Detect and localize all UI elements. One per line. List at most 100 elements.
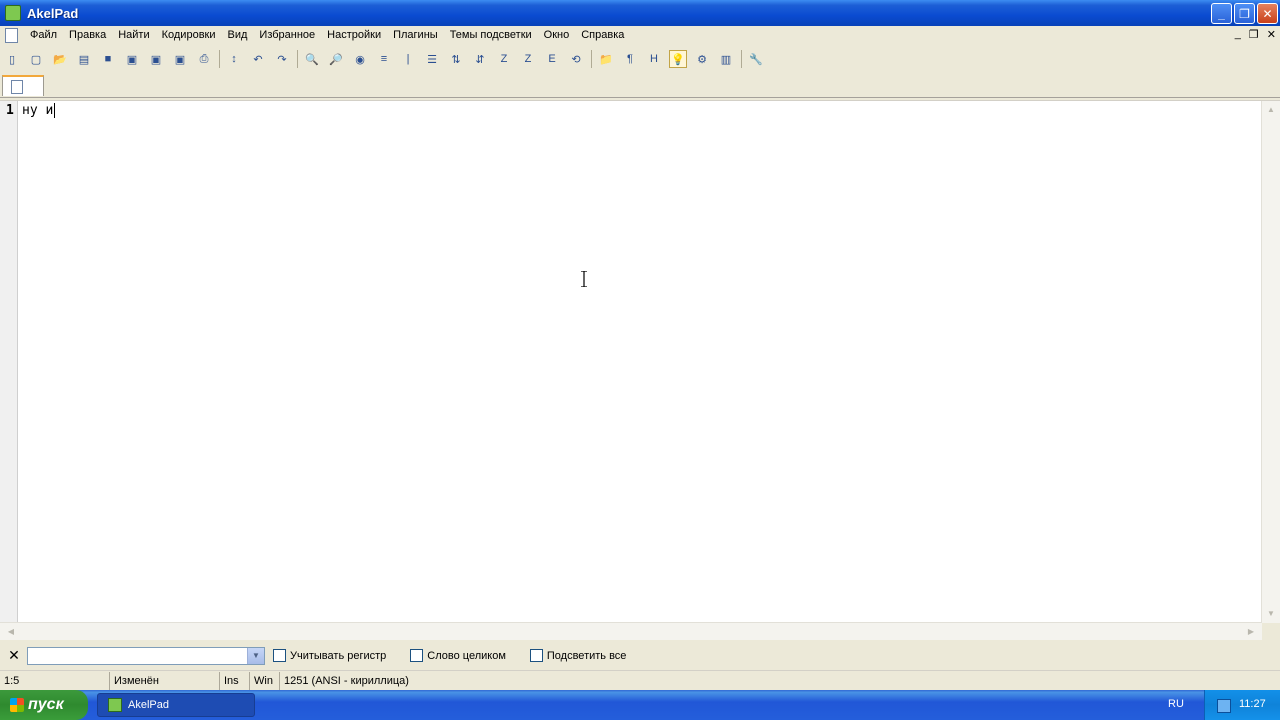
hex-icon[interactable]: H — [645, 50, 663, 68]
system-tray: 11:27 — [1204, 690, 1280, 720]
status-encoding[interactable]: 1251 (ANSI - кириллица) — [280, 672, 413, 690]
find-input[interactable]: ▼ — [27, 646, 265, 665]
folder-icon[interactable]: 📁 — [597, 50, 615, 68]
status-modified: Изменён — [110, 672, 220, 690]
wrap-icon[interactable]: | — [399, 50, 417, 68]
akelpad-app-icon[interactable] — [5, 5, 21, 21]
insert-icon[interactable]: ≡ — [375, 50, 393, 68]
menu-find[interactable]: Найти — [112, 26, 155, 44]
toolbar-separator — [219, 50, 220, 68]
mdi-close-button[interactable]: ✕ — [1267, 28, 1276, 41]
menu-view[interactable]: Вид — [222, 26, 254, 44]
refresh-icon[interactable]: ⟲ — [567, 50, 585, 68]
open-dropdown-icon[interactable]: 📂 — [51, 50, 69, 68]
save-copy-icon[interactable]: ▣ — [171, 50, 189, 68]
scroll-up-icon[interactable]: ▲ — [1264, 103, 1278, 117]
document-tab[interactable] — [2, 75, 44, 96]
case-icon[interactable]: Z — [495, 50, 513, 68]
ibeam-cursor-icon — [581, 271, 587, 287]
network-icon[interactable] — [1217, 699, 1231, 713]
start-button[interactable]: пуск — [0, 690, 88, 720]
toolbar-separator — [591, 50, 592, 68]
find-bar: ✕ ▼ Учитывать регистр Слово целиком Подс… — [0, 643, 1280, 668]
sort-icon[interactable]: ⇅ — [447, 50, 465, 68]
open-icon[interactable]: ▢ — [27, 50, 45, 68]
find-close-icon[interactable]: ✕ — [7, 647, 21, 664]
list-icon[interactable]: ☰ — [423, 50, 441, 68]
menu-favorites[interactable]: Избранное — [253, 26, 321, 44]
taskbar: пуск AkelPad RU 11:27 — [0, 690, 1280, 720]
document-icon[interactable] — [5, 27, 18, 43]
print-icon[interactable]: ⎙ — [195, 50, 213, 68]
vertical-scrollbar[interactable]: ▲ ▼ — [1261, 101, 1280, 623]
whole-word-label: Слово целиком — [427, 649, 506, 662]
mdi-minimize-button[interactable]: _ — [1235, 28, 1241, 41]
undo-icon[interactable]: ↶ — [249, 50, 267, 68]
tools-icon[interactable]: ▥ — [717, 50, 735, 68]
scroll-right-icon[interactable]: ▶ — [1244, 625, 1258, 639]
menu-encodings[interactable]: Кодировки — [156, 26, 222, 44]
menu-settings[interactable]: Настройки — [321, 26, 387, 44]
menu-window[interactable]: Окно — [538, 26, 576, 44]
match-case-label: Учитывать регистр — [290, 649, 387, 662]
maximize-button[interactable]: ❐ — [1234, 3, 1255, 24]
save-all-icon[interactable]: ▣ — [123, 50, 141, 68]
paragraph-icon[interactable]: ¶ — [621, 50, 639, 68]
editor-area[interactable]: 1 ну и ▲ ▼ — [0, 100, 1280, 623]
chevron-down-icon[interactable]: ▼ — [247, 647, 264, 664]
scroll-left-icon[interactable]: ◀ — [4, 625, 18, 639]
lightbulb-icon[interactable]: 💡 — [669, 50, 687, 68]
whole-word-checkbox[interactable]: Слово целиком — [410, 649, 506, 662]
convert-icon[interactable]: E — [543, 50, 561, 68]
menu-plugins[interactable]: Плагины — [387, 26, 444, 44]
search-icon[interactable]: 🔧 — [747, 50, 765, 68]
windows-logo-icon — [10, 698, 24, 712]
mdi-restore-button[interactable]: ❐ — [1249, 28, 1259, 41]
checkbox-box[interactable] — [410, 649, 424, 662]
menu-themes[interactable]: Темы подсветки — [444, 26, 538, 44]
new-icon[interactable]: ▯ — [3, 50, 21, 68]
save-as-icon[interactable]: ▣ — [147, 50, 165, 68]
editor-text: ну и — [22, 103, 54, 118]
scroll-down-icon[interactable]: ▼ — [1264, 607, 1278, 621]
clock[interactable]: 11:27 — [1239, 698, 1266, 710]
menu-file[interactable]: Файл — [24, 26, 63, 44]
line-number-gutter: 1 — [0, 101, 18, 623]
toolbar: ▯ ▢ 📂 ▤ ■ ▣ ▣ ▣ ⎙ ↕ ↶ ↷ 🔍 🔎 ◉ ≡ | ☰ ⇅ ⇵ … — [0, 46, 1280, 72]
status-newline[interactable]: Win — [250, 672, 280, 690]
go-icon[interactable]: ◉ — [351, 50, 369, 68]
find-icon[interactable]: 🔍 — [303, 50, 321, 68]
close-button[interactable]: ✕ — [1257, 3, 1278, 24]
save-icon[interactable]: ■ — [99, 50, 117, 68]
settings-icon[interactable]: ⚙ — [693, 50, 711, 68]
taskbar-button-label: AkelPad — [128, 699, 169, 711]
status-bar: 1:5 Изменён Ins Win 1251 (ANSI - кирилли… — [0, 670, 1280, 691]
checkbox-box[interactable] — [529, 649, 543, 662]
status-position: 1:5 — [0, 672, 110, 690]
redo-icon[interactable]: ↷ — [273, 50, 291, 68]
highlight-all-label: Подсветить все — [546, 649, 627, 662]
language-indicator[interactable]: RU — [1168, 698, 1184, 710]
copy-icon[interactable]: ▤ — [75, 50, 93, 68]
text-caret — [54, 103, 56, 118]
match-case-checkbox[interactable]: Учитывать регистр — [273, 649, 386, 662]
checkbox-box[interactable] — [273, 649, 286, 662]
highlight-all-checkbox[interactable]: Подсветить все — [529, 649, 627, 662]
replace-icon[interactable]: 🔎 — [327, 50, 345, 68]
tab-strip — [0, 73, 1280, 98]
replace-all-icon[interactable]: ↕ — [225, 50, 243, 68]
horizontal-scrollbar[interactable]: ◀ ▶ — [0, 622, 1262, 640]
menu-help[interactable]: Справка — [575, 26, 630, 44]
case2-icon[interactable]: Z — [519, 50, 537, 68]
status-insert-mode[interactable]: Ins — [220, 672, 250, 690]
window-title: AkelPad — [27, 5, 79, 21]
editor-line[interactable]: ну и — [22, 103, 56, 118]
sort-desc-icon[interactable]: ⇵ — [471, 50, 489, 68]
document-tab-icon — [11, 80, 23, 94]
menu-bar: Файл Правка Найти Кодировки Вид Избранно… — [0, 26, 1280, 44]
toolbar-separator — [297, 50, 298, 68]
start-label: пуск — [28, 696, 64, 713]
minimize-button[interactable]: _ — [1211, 3, 1232, 24]
menu-edit[interactable]: Правка — [63, 26, 112, 44]
taskbar-akelpad-button[interactable]: AkelPad — [97, 693, 255, 717]
